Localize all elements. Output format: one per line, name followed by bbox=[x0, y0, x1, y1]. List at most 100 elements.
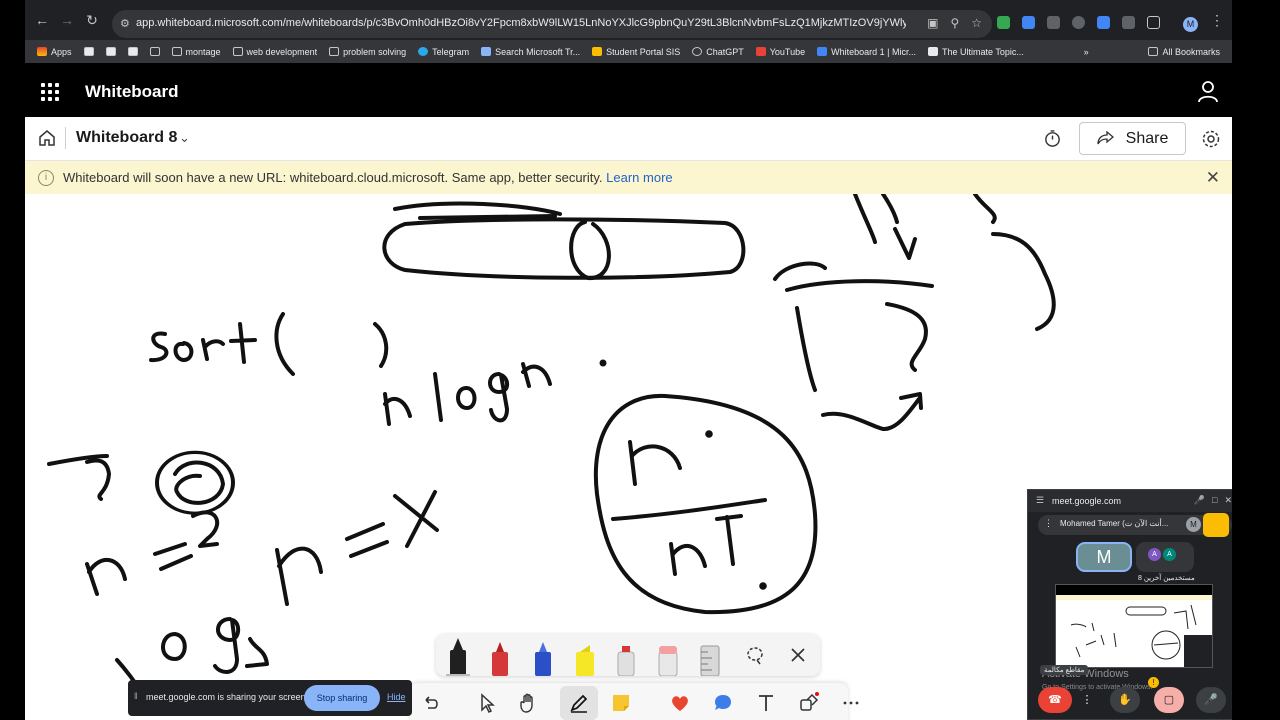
participant-name: Mohamed Tamer (أنت الآن ت... bbox=[1060, 519, 1169, 528]
bookmark-item[interactable] bbox=[83, 47, 94, 56]
sticky-note-icon[interactable] bbox=[610, 692, 632, 714]
raise-hand-button[interactable]: ✋ bbox=[1110, 687, 1140, 713]
close-icon[interactable]: ✕ bbox=[1206, 168, 1220, 188]
highlighter[interactable] bbox=[573, 640, 597, 676]
all-bookmarks[interactable]: All Bookmarks bbox=[1148, 47, 1232, 57]
eraser-tool[interactable] bbox=[656, 644, 680, 676]
more-icon[interactable] bbox=[840, 692, 862, 714]
gear-icon[interactable] bbox=[1201, 129, 1221, 149]
bookmark-folder[interactable]: problem solving bbox=[329, 47, 406, 57]
red-marker[interactable] bbox=[488, 640, 512, 676]
reload-icon[interactable]: ↻ bbox=[83, 11, 101, 29]
more-icon[interactable]: ⋮ bbox=[1080, 687, 1094, 713]
pen-icon[interactable] bbox=[568, 692, 590, 714]
share-label: Share bbox=[1125, 129, 1169, 147]
share-button[interactable]: Share bbox=[1079, 122, 1186, 155]
close-icon[interactable]: ✕ bbox=[1224, 495, 1232, 506]
pen-tray bbox=[436, 634, 820, 676]
download-icon[interactable] bbox=[1147, 16, 1160, 29]
bookmark-item[interactable]: Telegram bbox=[418, 47, 469, 57]
banner-message: Whiteboard will soon have a new URL: whi… bbox=[63, 170, 673, 185]
black-pen[interactable] bbox=[446, 636, 470, 676]
shapes-icon[interactable] bbox=[798, 692, 820, 714]
sharing-message: meet.google.com is sharing your screen. bbox=[146, 692, 309, 702]
bookmark-folder[interactable]: web development bbox=[232, 47, 317, 57]
home-icon[interactable] bbox=[37, 128, 57, 148]
bookmark-item[interactable]: ChatGPT bbox=[692, 47, 744, 57]
text-icon[interactable] bbox=[755, 692, 777, 714]
blue-marker[interactable] bbox=[531, 640, 555, 676]
reaction-icon[interactable] bbox=[669, 692, 691, 714]
translate-icon[interactable] bbox=[1097, 16, 1110, 29]
divider bbox=[65, 127, 66, 149]
browser-menu-icon[interactable]: ⋮ bbox=[1208, 11, 1226, 29]
zoom-icon[interactable]: ⚲ bbox=[950, 16, 959, 30]
hand-icon[interactable] bbox=[517, 692, 539, 714]
shared-screen-preview bbox=[1055, 584, 1213, 668]
timer-icon[interactable] bbox=[1043, 129, 1062, 148]
warning-icon: ! bbox=[1148, 677, 1159, 688]
bookmarks-overflow[interactable]: » bbox=[1084, 47, 1089, 57]
record-icon[interactable] bbox=[1072, 16, 1085, 29]
bookmark-item[interactable]: YouTube bbox=[755, 47, 805, 57]
caption-bubble: مقاطع مكالمة bbox=[1040, 665, 1089, 675]
chevron-down-icon[interactable]: ⌄ bbox=[179, 130, 190, 146]
undo-icon[interactable] bbox=[420, 692, 442, 714]
address-bar[interactable]: ⚙ app.whiteboard.microsoft.com/me/whiteb… bbox=[112, 10, 992, 38]
more-icon[interactable]: ⋮ bbox=[1044, 518, 1053, 529]
profile-avatar[interactable]: M bbox=[1183, 17, 1198, 32]
self-tile[interactable]: M bbox=[1076, 542, 1132, 572]
bookmark-item[interactable]: Search Microsoft Tr... bbox=[481, 47, 580, 57]
app-name: Whiteboard bbox=[85, 82, 179, 101]
board-titlebar: Whiteboard 8 ⌄ Share bbox=[25, 117, 1232, 161]
lasso-icon[interactable] bbox=[745, 645, 765, 665]
share-icon bbox=[1096, 131, 1114, 145]
drag-handle-icon[interactable]: ‖ bbox=[134, 691, 138, 701]
meet-pip-window: ☰ meet.google.com 🎤 □ ✕ ⋮ Mohamed Tamer … bbox=[1027, 489, 1232, 720]
select-icon[interactable] bbox=[476, 692, 498, 714]
bookmarks-bar: Apps montage web development problem sol… bbox=[25, 40, 1232, 63]
url-text[interactable]: app.whiteboard.microsoft.com/me/whiteboa… bbox=[136, 17, 906, 29]
bookmark-item[interactable]: Whiteboard 1 | Micr... bbox=[817, 47, 916, 57]
others-tile[interactable]: A A bbox=[1136, 542, 1194, 572]
ruler-tool[interactable] bbox=[698, 642, 722, 676]
install-app-icon[interactable]: ▣ bbox=[927, 16, 938, 30]
notice-banner: i Whiteboard will soon have a new URL: w… bbox=[25, 161, 1232, 194]
close-icon[interactable] bbox=[788, 645, 808, 665]
browser-toolbar: ← → ↻ ⚙ app.whiteboard.microsoft.com/me/… bbox=[25, 0, 1232, 40]
camera-off-button[interactable]: ▢ bbox=[1154, 687, 1184, 713]
user-icon[interactable] bbox=[1198, 81, 1218, 103]
screen-share-bar: ‖ meet.google.com is sharing your screen… bbox=[128, 680, 412, 716]
app-header: Whiteboard bbox=[25, 66, 1232, 117]
presenting-icon[interactable] bbox=[1203, 513, 1229, 537]
mic-icon[interactable]: 🎤 bbox=[1194, 495, 1205, 506]
bookmark-item[interactable] bbox=[105, 47, 116, 56]
waffle-icon[interactable] bbox=[41, 83, 59, 101]
bookmark-item[interactable]: Apps bbox=[37, 47, 72, 57]
bookmark-item[interactable] bbox=[127, 47, 138, 56]
leave-call-button[interactable]: ☎ bbox=[1038, 687, 1072, 713]
bookmark-item[interactable] bbox=[149, 47, 160, 56]
forward-icon[interactable]: → bbox=[58, 11, 76, 29]
bookmark-item[interactable]: The Ultimate Topic... bbox=[927, 47, 1024, 57]
camera-icon[interactable] bbox=[1047, 16, 1060, 29]
mic-button[interactable]: 🎤 bbox=[1196, 687, 1226, 713]
pip-header: ☰ meet.google.com 🎤 □ ✕ bbox=[1028, 490, 1232, 512]
bookmark-item[interactable]: Student Portal SIS bbox=[592, 47, 680, 57]
board-title[interactable]: Whiteboard 8 bbox=[76, 129, 177, 147]
bookmark-folder[interactable]: montage bbox=[171, 47, 221, 57]
star-icon[interactable]: ☆ bbox=[971, 16, 982, 30]
grammarly-icon[interactable] bbox=[997, 16, 1010, 29]
hide-link[interactable]: Hide bbox=[387, 692, 406, 702]
learn-more-link[interactable]: Learn more bbox=[606, 170, 672, 185]
avatar: A bbox=[1148, 548, 1161, 561]
eraser-pen[interactable] bbox=[614, 642, 638, 676]
back-to-tab-icon[interactable]: □ bbox=[1212, 495, 1217, 506]
stop-sharing-button[interactable]: Stop sharing bbox=[304, 685, 380, 711]
site-info-icon[interactable]: ☰ bbox=[1036, 495, 1044, 506]
puzzle-icon[interactable] bbox=[1122, 16, 1135, 29]
comment-icon[interactable] bbox=[712, 692, 734, 714]
site-info-icon[interactable]: ⚙ bbox=[120, 17, 130, 30]
extension-icon[interactable] bbox=[1022, 16, 1035, 29]
back-icon[interactable]: ← bbox=[33, 11, 51, 29]
